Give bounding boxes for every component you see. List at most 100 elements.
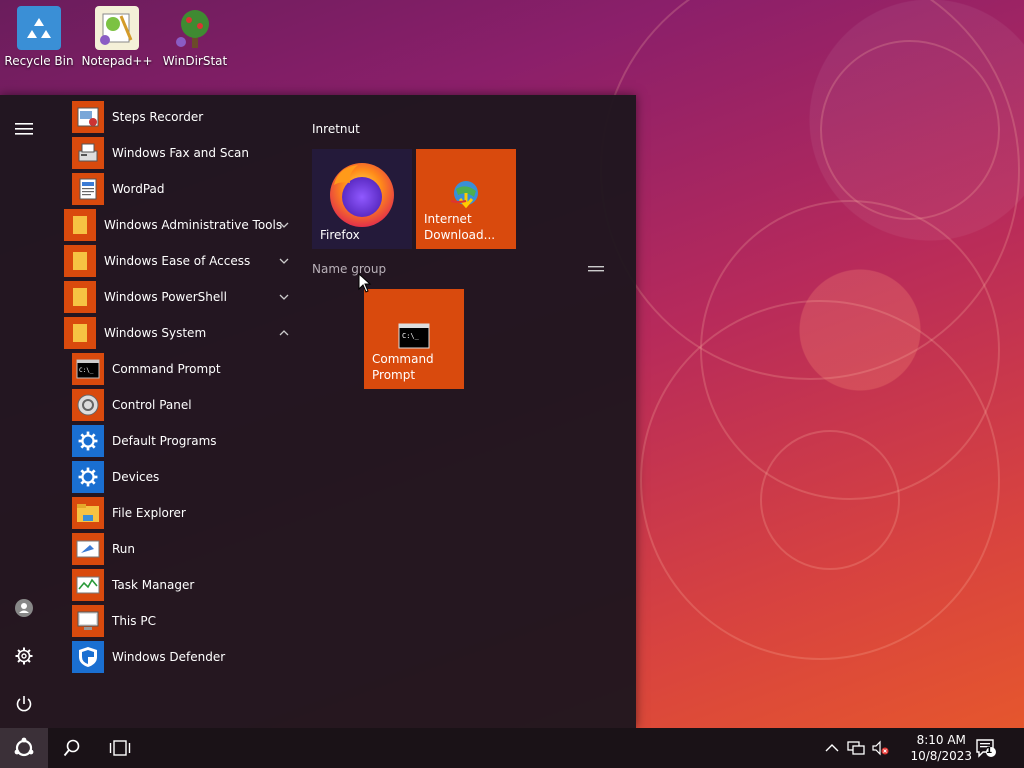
start-menu-rail: [0, 95, 48, 728]
app-item-label: Control Panel: [112, 398, 192, 412]
tile-group-title[interactable]: Name group: [312, 262, 386, 276]
app-folder-windows-ease-of-access[interactable]: Windows Ease of Access: [64, 243, 304, 279]
tile-internet-download-manager[interactable]: Internet Download...: [416, 149, 516, 249]
app-item-task-manager[interactable]: Task Manager: [64, 567, 304, 603]
steps-recorder-icon: [72, 101, 104, 133]
notification-count: 1: [986, 746, 993, 756]
folder-icon: [64, 281, 96, 313]
desktop-icon-recycle-bin[interactable]: Recycle Bin: [1, 6, 77, 68]
shield-icon: [72, 641, 104, 673]
app-item-label: Default Programs: [112, 434, 217, 448]
start-logo-icon: [14, 737, 34, 757]
expand-menu-button[interactable]: [0, 105, 48, 153]
app-item-windows-defender[interactable]: Windows Defender: [64, 639, 304, 675]
fax-scan-icon: [72, 137, 104, 169]
desktop-icon-windirstat[interactable]: WinDirStat: [157, 6, 233, 68]
hamburger-icon: [15, 123, 33, 135]
app-item-label: Windows Defender: [112, 650, 226, 664]
wallpaper-circle: [760, 430, 900, 570]
action-center-button[interactable]: 1: [962, 728, 1010, 768]
wallpaper-circle: [820, 40, 1000, 220]
svg-text:C:\_: C:\_: [402, 332, 420, 340]
internet-download-manager-icon: [450, 181, 478, 209]
folder-icon: [64, 317, 96, 349]
app-item-label: Steps Recorder: [112, 110, 204, 124]
control-panel-icon: [72, 389, 104, 421]
app-item-steps-recorder[interactable]: Steps Recorder: [64, 99, 304, 135]
tile-label: Internet Download...: [424, 211, 495, 243]
taskbar: 8:10 AM 10/8/2023 1: [0, 728, 1024, 768]
tile-firefox[interactable]: Firefox: [312, 149, 412, 249]
drag-handle-icon[interactable]: [588, 265, 604, 273]
app-item-label: File Explorer: [112, 506, 186, 520]
chevron-up-icon: [279, 330, 289, 336]
app-item-label: WordPad: [112, 182, 165, 196]
search-icon: [63, 739, 80, 757]
tile-label-line: Download...: [424, 228, 496, 242]
tile-group-title[interactable]: Inretnut: [312, 122, 360, 136]
task-manager-icon: [72, 569, 104, 601]
app-item-devices[interactable]: Devices: [64, 459, 304, 495]
recycle-bin-icon: [17, 6, 61, 50]
app-list: Steps Recorder Windows Fax and Scan Word…: [64, 99, 304, 675]
app-item-this-pc[interactable]: This PC: [64, 603, 304, 639]
app-item-label: Windows Fax and Scan: [112, 146, 250, 160]
task-view-icon: [109, 740, 131, 756]
app-item-control-panel[interactable]: Control Panel: [64, 387, 304, 423]
wordpad-icon: [72, 173, 104, 205]
app-item-label: Windows PowerShell: [104, 290, 227, 304]
tile-command-prompt[interactable]: C:\_ Command Prompt: [364, 289, 464, 389]
app-item-label: This PC: [112, 614, 156, 628]
app-item-command-prompt[interactable]: C:\_ Command Prompt: [64, 351, 304, 387]
app-item-default-programs[interactable]: Default Programs: [64, 423, 304, 459]
user-avatar-icon: [15, 599, 33, 617]
svg-text:C:\_: C:\_: [79, 367, 94, 374]
chevron-down-icon: [279, 258, 289, 264]
app-item-windows-fax-and-scan[interactable]: Windows Fax and Scan: [64, 135, 304, 171]
tile-label-line: Command: [372, 352, 434, 366]
start-menu: Steps Recorder Windows Fax and Scan Word…: [0, 95, 636, 728]
tile-label-line: Internet: [424, 212, 472, 226]
desktop-icon-label: Recycle Bin: [4, 54, 74, 68]
network-icon[interactable]: [847, 740, 865, 756]
settings-button[interactable]: [0, 632, 48, 680]
folder-icon: [64, 245, 96, 277]
notepad-plus-plus-icon: [95, 6, 139, 50]
mouse-cursor-icon: [358, 273, 372, 293]
desktop-icon-notepad-plus-plus[interactable]: Notepad++: [79, 6, 155, 68]
command-prompt-icon: C:\_: [72, 353, 104, 385]
app-item-label: Windows Ease of Access: [104, 254, 251, 268]
app-folder-windows-powershell[interactable]: Windows PowerShell: [64, 279, 304, 315]
folder-icon: [64, 209, 96, 241]
command-prompt-icon: C:\_: [398, 323, 430, 349]
gear-icon: [72, 425, 104, 457]
tiles-area: Inretnut Firefox Internet Download... Na…: [312, 95, 612, 728]
windirstat-icon: [173, 6, 217, 50]
app-folder-windows-system[interactable]: Windows System: [64, 315, 304, 351]
file-explorer-icon: [72, 497, 104, 529]
run-icon: [72, 533, 104, 565]
app-item-label: Run: [112, 542, 136, 556]
gear-icon: [72, 461, 104, 493]
desktop-icon-label: WinDirStat: [162, 54, 228, 68]
search-button[interactable]: [48, 728, 96, 768]
volume-muted-icon[interactable]: [871, 740, 889, 756]
app-item-label: Devices: [112, 470, 160, 484]
this-pc-icon: [72, 605, 104, 637]
app-item-file-explorer[interactable]: File Explorer: [64, 495, 304, 531]
power-button[interactable]: [0, 680, 48, 728]
app-item-run[interactable]: Run: [64, 531, 304, 567]
tile-label-line: Prompt: [372, 368, 416, 382]
gear-icon: [15, 647, 33, 665]
app-item-wordpad[interactable]: WordPad: [64, 171, 304, 207]
user-account-button[interactable]: [0, 584, 48, 632]
app-folder-windows-administrative-tools[interactable]: Windows Administrative Tools: [64, 207, 304, 243]
app-item-label: Command Prompt: [112, 362, 221, 376]
app-item-label: Windows Administrative Tools: [104, 218, 283, 232]
show-hidden-icons-chevron-icon[interactable]: [823, 740, 841, 756]
task-view-button[interactable]: [96, 728, 144, 768]
app-item-label: Windows System: [104, 326, 207, 340]
app-item-label: Task Manager: [112, 578, 195, 592]
start-button[interactable]: [0, 728, 48, 768]
tile-label: Firefox: [320, 228, 360, 242]
